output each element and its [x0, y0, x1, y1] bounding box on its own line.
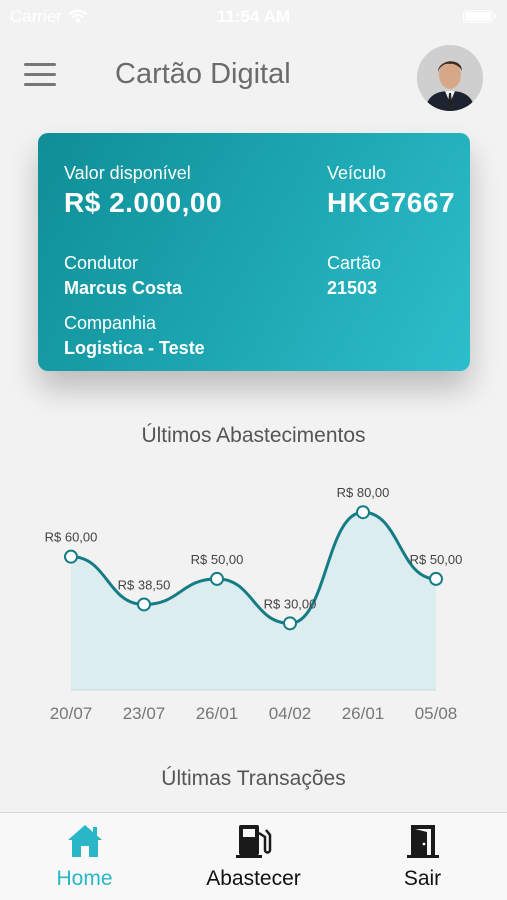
user-photo-icon [417, 45, 483, 111]
avatar[interactable] [417, 45, 483, 111]
digital-card: Valor disponível R$ 2.000,00 Veículo HKG… [38, 133, 470, 371]
tab-home[interactable]: Home [0, 813, 169, 900]
company-label: Companhia [64, 313, 157, 333]
exit-door-icon [406, 825, 439, 858]
chart-data-label: R$ 30,00 [264, 596, 317, 611]
card-number-label: Cartão [327, 253, 382, 273]
chart-data-label: R$ 50,00 [191, 552, 244, 567]
driver-value: Marcus Costa [64, 278, 183, 298]
fuel-pump-icon [235, 825, 271, 858]
tab-fuel-label: Abastecer [206, 867, 301, 890]
available-value: R$ 2.000,00 [64, 187, 223, 218]
tab-fuel[interactable]: Abastecer [169, 813, 338, 900]
chart-point[interactable] [210, 571, 224, 586]
tab-home-label: Home [56, 867, 113, 890]
fuelings-chart: R$ 60,00 20/07 R$ 38,50 23/07 R$ 50,00 26/01 R… [45, 485, 463, 723]
battery-icon [463, 10, 496, 23]
chart-x-tick-label: 26/01 [342, 704, 385, 723]
company-value: Logistica - Teste [64, 338, 205, 358]
app-header: Cartão Digital [0, 40, 507, 116]
page-title: Cartão Digital [115, 58, 291, 90]
chart-point[interactable] [137, 597, 151, 612]
chart-data-label: R$ 80,00 [337, 485, 390, 500]
chart-data-label: R$ 50,00 [410, 552, 463, 567]
fuelings-section-title: Últimos Abastecimentos [141, 424, 366, 447]
chart-data-label: R$ 38,50 [118, 577, 171, 592]
tab-exit[interactable]: Sair [338, 813, 507, 900]
home-icon [67, 825, 102, 857]
vehicle-value: HKG7667 [327, 187, 456, 218]
chart-x-tick-label: 26/01 [196, 704, 239, 723]
status-bar: Carrier 11:54 AM [0, 0, 507, 34]
chart-point[interactable] [356, 505, 370, 520]
hamburger-menu-icon[interactable] [24, 63, 56, 91]
driver-label: Condutor [64, 253, 139, 273]
chart-x-tick-label: 04/02 [269, 704, 312, 723]
chart-point[interactable] [64, 549, 78, 564]
clock: 11:54 AM [216, 7, 291, 26]
chart-x-tick-label: 05/08 [415, 704, 458, 723]
chart-point[interactable] [283, 616, 297, 631]
chart-x-tick-label: 20/07 [50, 704, 93, 723]
card-number-value: 21503 [327, 278, 378, 298]
chart-data-label: R$ 60,00 [45, 530, 98, 545]
transactions-section-title: Últimas Transações [161, 767, 346, 790]
available-label: Valor disponível [64, 163, 191, 183]
vehicle-label: Veículo [327, 163, 387, 183]
tab-exit-label: Sair [403, 867, 442, 890]
chart-x-tick-label: 23/07 [123, 704, 166, 723]
chart-point[interactable] [429, 571, 443, 586]
bottom-tab-bar: Home Abastecer Sair [0, 812, 507, 900]
